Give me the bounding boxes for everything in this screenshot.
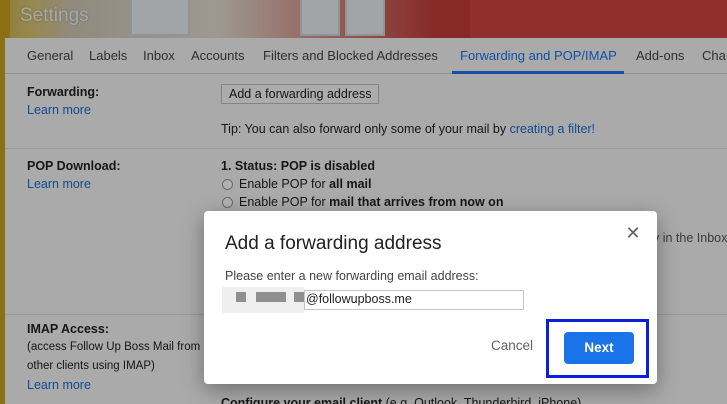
close-icon[interactable]: ✕ (625, 224, 641, 242)
redacted-email-prefix (222, 287, 304, 313)
dialog-prompt: Please enter a new forwarding email addr… (225, 269, 479, 283)
cancel-button[interactable]: Cancel (491, 338, 533, 353)
forwarding-email-value: @followupboss.me (306, 292, 412, 306)
next-button-highlight (546, 319, 649, 378)
dialog-title: Add a forwarding address (225, 233, 442, 254)
